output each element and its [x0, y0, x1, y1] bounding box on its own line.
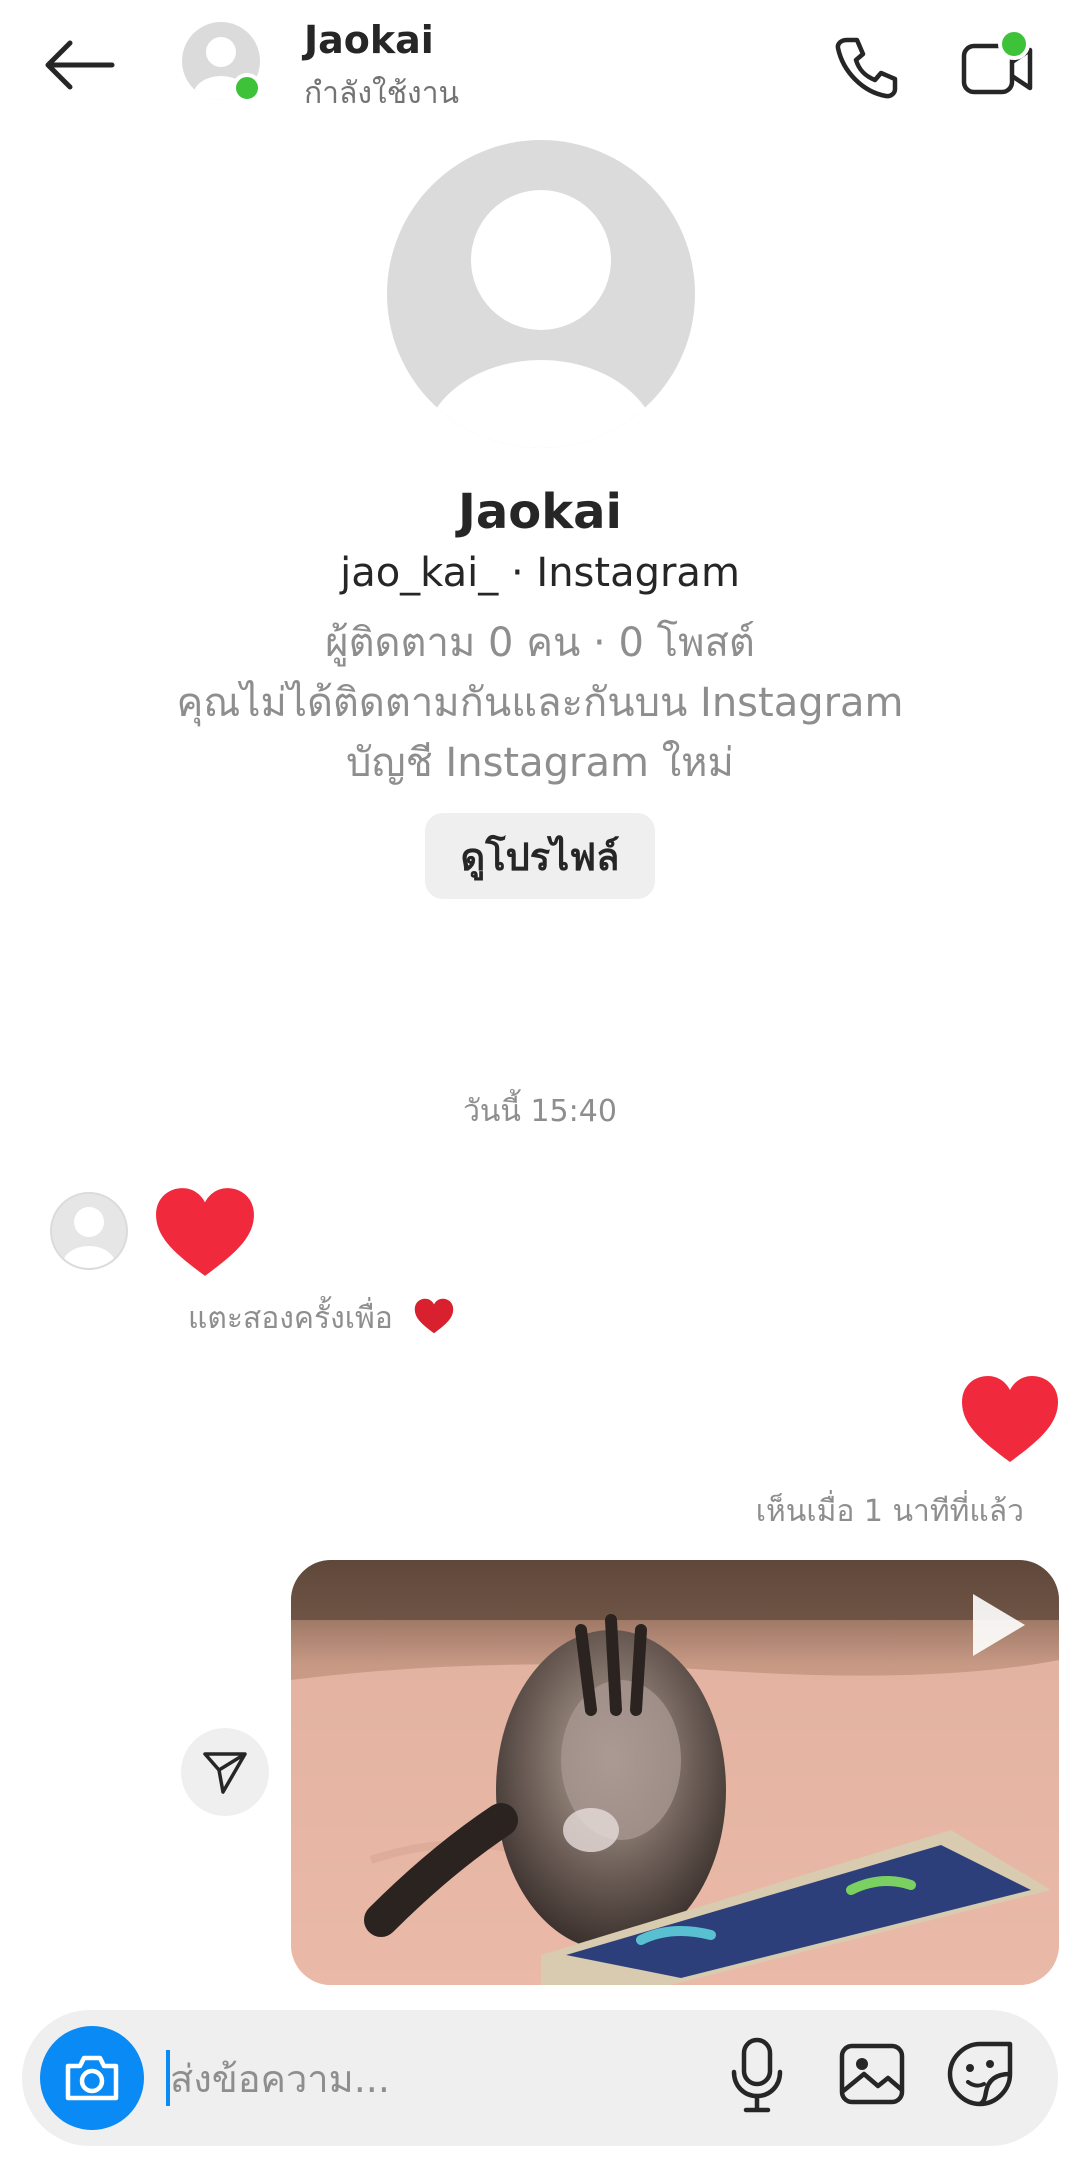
gallery-icon[interactable] [832, 2034, 912, 2114]
microphone-icon[interactable] [722, 2034, 792, 2114]
timestamp-separator: วันนี้ 15:40 [463, 1094, 617, 1129]
heart-icon[interactable] [154, 1186, 256, 1278]
sticker-icon[interactable] [940, 2034, 1020, 2114]
profile-avatar[interactable] [387, 140, 695, 448]
video-message[interactable] [291, 1560, 1059, 1985]
message-input[interactable] [168, 2046, 692, 2112]
heart-icon[interactable] [960, 1374, 1060, 1464]
default-avatar-icon [62, 1207, 116, 1268]
profile-relation: คุณไม่ได้ติดตามกันและกันบน Instagram [176, 680, 904, 726]
seen-status: เห็นเมื่อ 1 นาทีที่แล้ว [755, 1494, 1024, 1529]
share-button[interactable] [181, 1728, 269, 1816]
online-indicator [232, 73, 262, 103]
profile-name: Jaokai [458, 484, 622, 540]
profile-stats: ผู้ติดตาม 0 คน · 0 โพสต์ [325, 620, 755, 666]
sender-avatar[interactable] [50, 1192, 128, 1270]
default-avatar-icon [423, 190, 659, 448]
header-name[interactable]: Jaokai [304, 18, 434, 62]
video-thumbnail [291, 1560, 1059, 1985]
header-status: กำลังใช้งาน [304, 76, 460, 111]
camera-button[interactable] [40, 2026, 144, 2130]
view-profile-button[interactable]: ดูโปรไฟล์ [425, 813, 655, 899]
play-icon[interactable] [969, 1590, 1029, 1660]
phone-icon[interactable] [825, 28, 905, 108]
profile-handle: jao_kai_ · Instagram [340, 550, 740, 596]
send-icon [203, 1752, 247, 1794]
profile-account-note: บัญชี Instagram ใหม่ [346, 740, 734, 786]
double-tap-hint: แตะสองครั้งเพื่อ [188, 1301, 393, 1336]
video-status-dot [998, 28, 1030, 60]
back-arrow-icon[interactable] [40, 35, 120, 95]
camera-icon [65, 2055, 119, 2101]
heart-icon [414, 1298, 454, 1334]
